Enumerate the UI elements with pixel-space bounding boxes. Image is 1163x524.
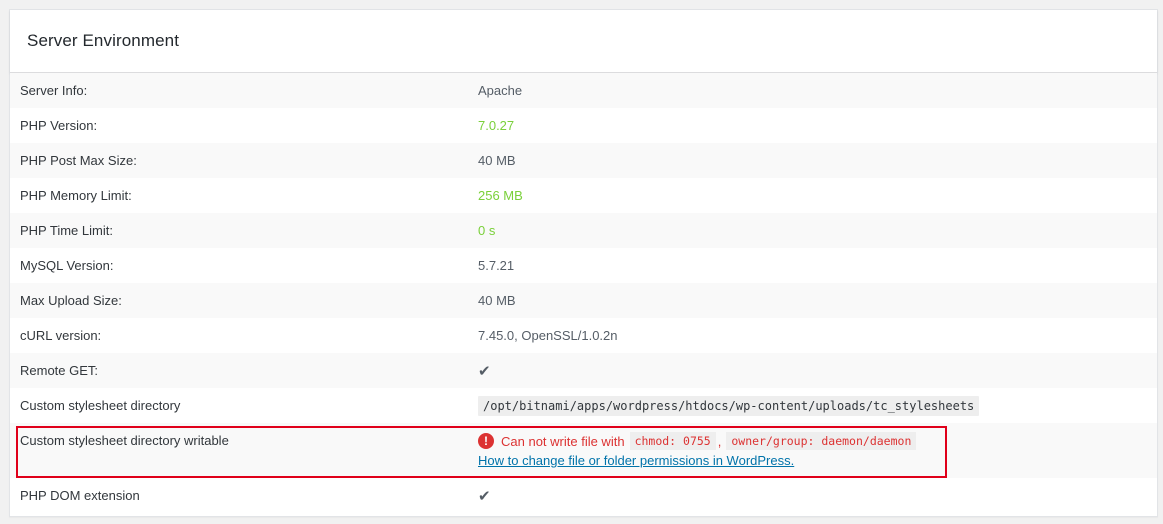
table-row-server-info: Server Info: Apache <box>10 73 1157 108</box>
table-row-mysql-version: MySQL Version: 5.7.21 <box>10 248 1157 283</box>
separator: , <box>717 433 722 449</box>
row-label: Max Upload Size: <box>20 293 122 308</box>
table-row-custom-stylesheet-writable: Custom stylesheet directory writable ! C… <box>10 423 1157 478</box>
checkmark-icon: ✔ <box>478 487 491 505</box>
permissions-help-link[interactable]: How to change file or folder permissions… <box>478 453 916 468</box>
table-row-php-version: PHP Version: 7.0.27 <box>10 108 1157 143</box>
row-value: ! Can not write file with chmod: 0755 , … <box>478 431 917 468</box>
row-value: 40 MB <box>478 153 516 168</box>
chmod-code: chmod: 0755 <box>629 432 716 450</box>
table-row-php-post-max-size: PHP Post Max Size: 40 MB <box>10 143 1157 178</box>
panel-header: Server Environment <box>10 10 1157 73</box>
row-label: PHP Version: <box>20 118 98 133</box>
table-row-custom-stylesheet-directory: Custom stylesheet directory /opt/bitnami… <box>10 388 1157 423</box>
table-row-max-upload-size: Max Upload Size: 40 MB <box>10 283 1157 318</box>
row-label: PHP DOM extension <box>20 488 140 503</box>
row-label: Custom stylesheet directory <box>20 398 181 413</box>
row-value: Apache <box>478 83 523 98</box>
row-value: 256 MB <box>478 188 523 203</box>
row-label: Custom stylesheet directory writable <box>20 433 229 448</box>
row-value: 0 s <box>478 223 496 238</box>
row-label: PHP Memory Limit: <box>20 188 132 203</box>
panel-title: Server Environment <box>27 31 180 50</box>
error-text: Can not write file with <box>501 433 625 449</box>
row-label: Remote GET: <box>20 363 99 378</box>
row-label: MySQL Version: <box>20 258 114 273</box>
row-label: PHP Time Limit: <box>20 223 113 238</box>
row-value: 7.0.27 <box>478 118 515 133</box>
row-value: 5.7.21 <box>478 258 515 273</box>
row-value: 7.45.0, OpenSSL/1.0.2n <box>478 328 618 343</box>
table-row-php-memory-limit: PHP Memory Limit: 256 MB <box>10 178 1157 213</box>
error-icon: ! <box>478 433 494 449</box>
table-row-curl-version: cURL version: 7.45.0, OpenSSL/1.0.2n <box>10 318 1157 353</box>
table-row-php-time-limit: PHP Time Limit: 0 s <box>10 213 1157 248</box>
environment-table: Server Info: Apache PHP Version: 7.0.27 … <box>10 73 1157 513</box>
row-label: Server Info: <box>20 83 88 98</box>
row-label: cURL version: <box>20 328 102 343</box>
row-value: 40 MB <box>478 293 516 308</box>
server-environment-panel: Server Environment Server Info: Apache P… <box>9 9 1158 517</box>
owner-group-code: owner/group: daemon/daemon <box>726 432 917 450</box>
table-row-remote-get: Remote GET: ✔ <box>10 353 1157 388</box>
row-value: /opt/bitnami/apps/wordpress/htdocs/wp-co… <box>478 396 980 416</box>
row-label: PHP Post Max Size: <box>20 153 137 168</box>
checkmark-icon: ✔ <box>478 362 491 380</box>
error-message: ! Can not write file with chmod: 0755 , … <box>478 431 917 451</box>
directory-path: /opt/bitnami/apps/wordpress/htdocs/wp-co… <box>478 396 980 416</box>
table-row-php-dom-extension: PHP DOM extension ✔ <box>10 478 1157 513</box>
